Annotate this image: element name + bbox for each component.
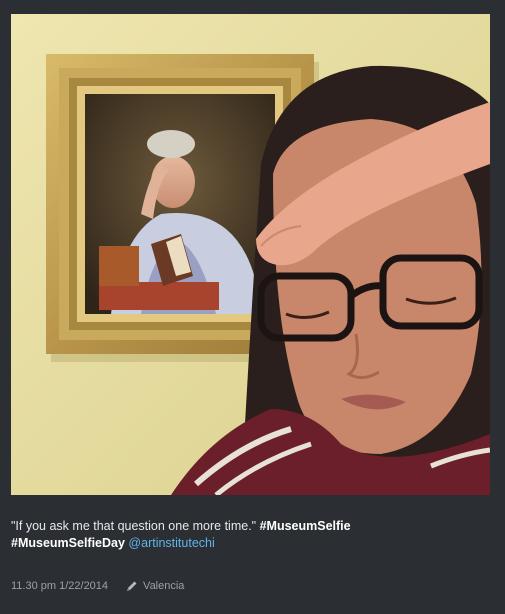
hashtag-museum-selfie[interactable]: #MuseumSelfie [260, 519, 351, 533]
post-timestamp[interactable]: 11.30 pm 1/22/2014 [11, 580, 108, 592]
caption-quote: "If you ask me that question one more ti… [11, 519, 257, 533]
location-label: Valencia [143, 580, 185, 592]
post-photo[interactable] [11, 14, 490, 495]
pencil-icon [127, 581, 137, 591]
post-meta: 11.30 pm 1/22/2014 Valencia [11, 578, 184, 594]
mention-link[interactable]: @artinstitutechi [128, 536, 214, 550]
post-location[interactable]: Valencia [126, 580, 184, 592]
post-caption: "If you ask me that question one more ti… [11, 518, 491, 552]
post-card: "If you ask me that question one more ti… [0, 0, 505, 614]
museum-selfie-image [11, 14, 490, 495]
hashtag-museum-selfie-day[interactable]: #MuseumSelfieDay [11, 536, 125, 550]
